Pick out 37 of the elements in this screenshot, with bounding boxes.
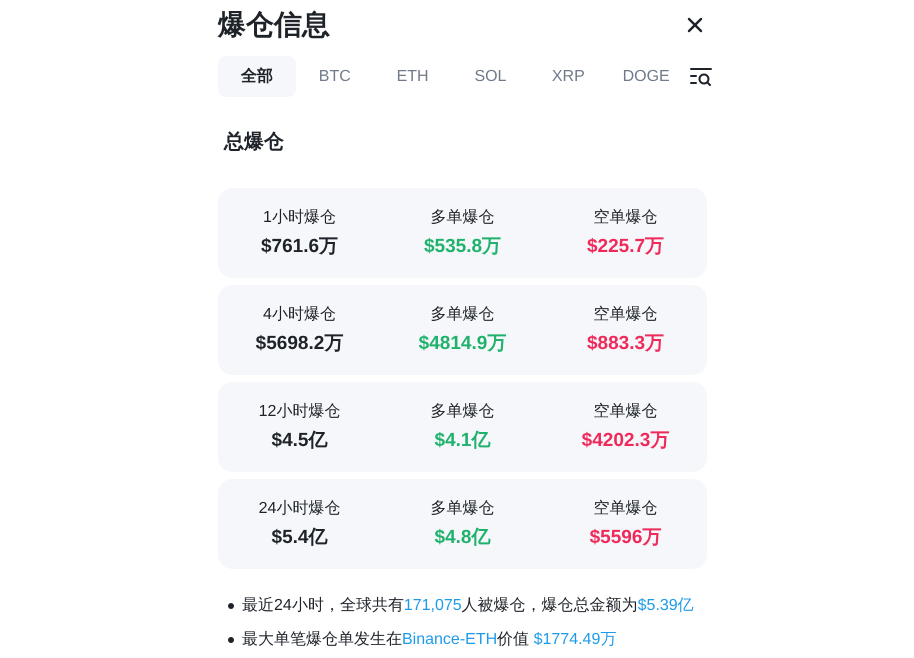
coin-tab[interactable]: XRP (529, 56, 608, 97)
stat-label: 多单爆仓 (430, 305, 494, 325)
coin-tab[interactable]: 全部 (218, 56, 296, 97)
stat-value: $4.1亿 (434, 429, 490, 453)
filter-search-icon[interactable] (690, 68, 712, 86)
page-title: 爆仓信息 (218, 8, 330, 42)
stat-label: 空单爆仓 (594, 208, 658, 228)
stat-label: 多单爆仓 (430, 499, 494, 519)
stat-label: 空单爆仓 (594, 402, 658, 422)
stat-value: $4202.3万 (582, 429, 670, 453)
stat-value: $535.8万 (424, 235, 502, 259)
stat-value: $761.6万 (260, 235, 338, 259)
stat-label: 24小时爆仓 (258, 498, 340, 519)
coin-tab[interactable]: SOL (452, 56, 530, 97)
coin-tab[interactable]: BTC (296, 56, 374, 97)
bullet-icon (228, 637, 234, 643)
coin-tab[interactable]: ETH (374, 56, 452, 97)
stat-label: 1小时爆仓 (263, 208, 336, 228)
stat-label: 空单爆仓 (594, 498, 658, 519)
summary-note: 最大单笔爆仓单发生在Binance-ETH价值 $1774.49万 (242, 630, 616, 650)
bullet-icon (228, 603, 234, 609)
stat-label: 多单爆仓 (430, 402, 494, 422)
stat-value: $883.3万 (586, 332, 664, 356)
stat-label: 12小时爆仓 (258, 402, 340, 422)
stat-value: $4.8亿 (434, 526, 490, 550)
stat-value: $5698.2万 (256, 332, 344, 356)
stat-value: $5596万 (590, 526, 662, 550)
stat-value: $5.4亿 (272, 526, 328, 550)
stat-label: 空单爆仓 (594, 304, 658, 325)
summary-note: 最近24小时，全球共有171,075人被爆仓，爆仓总金额为$5.39亿 (242, 596, 694, 616)
stat-value: $4.5亿 (272, 429, 328, 453)
stat-value: $4814.9万 (418, 332, 506, 356)
section-title: 总爆仓 (224, 130, 284, 155)
stat-value: $225.7万 (586, 235, 664, 259)
stat-label: 4小时爆仓 (263, 304, 336, 325)
stat-label: 多单爆仓 (430, 208, 494, 228)
coin-tab[interactable]: DOGE (607, 56, 686, 97)
